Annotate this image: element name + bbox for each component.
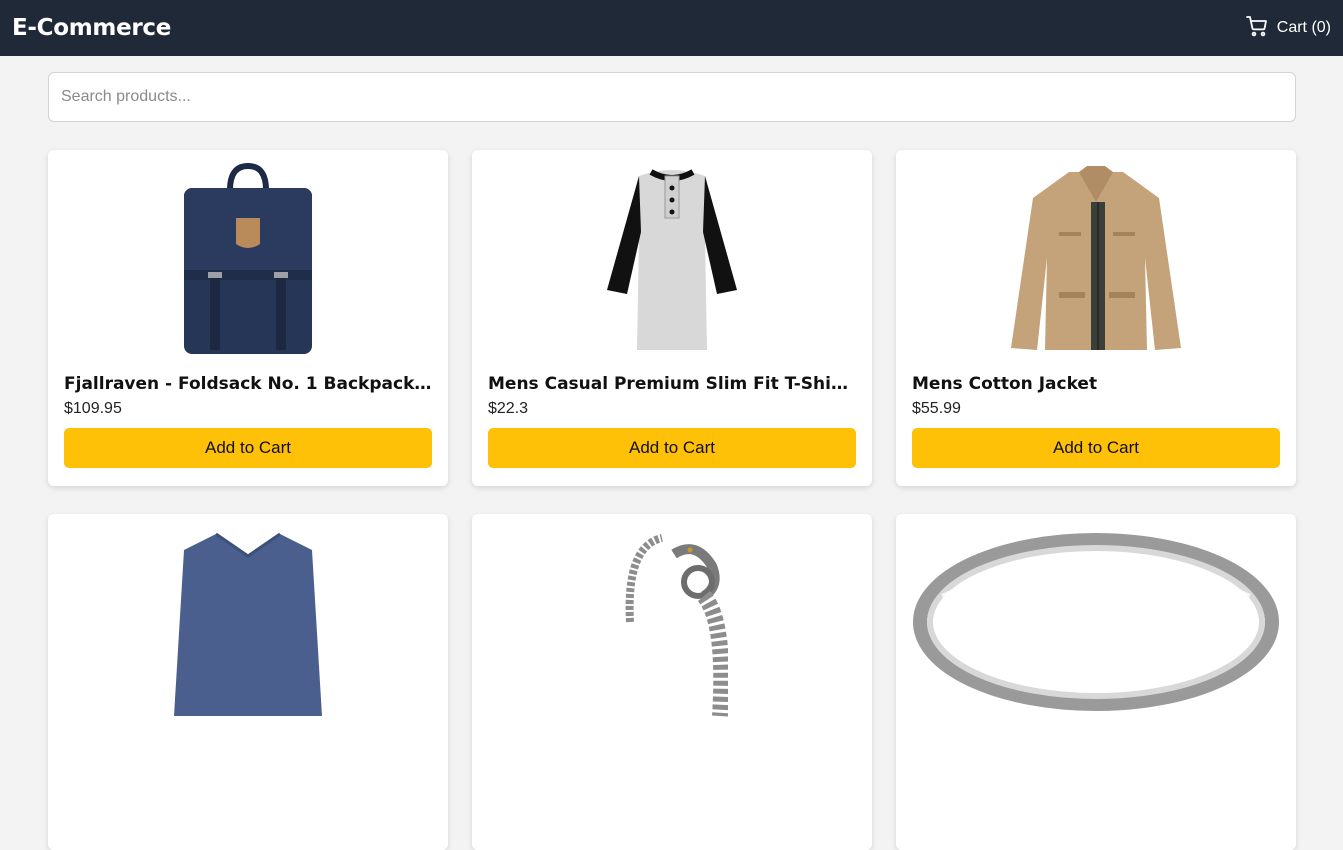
product-price: $22.3 — [488, 400, 529, 417]
product-card — [896, 514, 1296, 850]
product-card — [472, 514, 872, 850]
product-image-bracelet[interactable] — [488, 526, 856, 718]
cart-button[interactable]: Cart (0) — [1245, 14, 1331, 43]
add-to-cart-button[interactable]: Add to Cart — [488, 428, 856, 468]
product-image-sweater[interactable] — [64, 526, 432, 718]
brand-logo[interactable]: E-Commerce — [12, 15, 171, 41]
product-title[interactable]: Fjallraven - Foldsack No. 1 Backpack, Fi… — [64, 374, 432, 394]
product-card: Mens Casual Premium Slim Fit T-Shirts $2… — [472, 150, 872, 486]
product-price: $55.99 — [912, 400, 961, 417]
product-card — [48, 514, 448, 850]
product-card: Fjallraven - Foldsack No. 1 Backpack, Fi… — [48, 150, 448, 486]
product-title[interactable]: Mens Cotton Jacket — [912, 374, 1280, 394]
product-image-jacket[interactable] — [912, 162, 1280, 354]
product-title[interactable]: Mens Casual Premium Slim Fit T-Shirts — [488, 374, 856, 394]
product-image-tshirt[interactable] — [488, 162, 856, 354]
add-to-cart-button[interactable]: Add to Cart — [912, 428, 1280, 468]
product-card: Mens Cotton Jacket $55.99 Add to Cart — [896, 150, 1296, 486]
search-input[interactable] — [48, 72, 1296, 122]
product-image-ring[interactable] — [912, 526, 1280, 718]
product-grid: Fjallraven - Foldsack No. 1 Backpack, Fi… — [48, 150, 1296, 850]
add-to-cart-button[interactable]: Add to Cart — [64, 428, 432, 468]
cart-label: Cart (0) — [1276, 19, 1331, 36]
product-image-backpack[interactable] — [64, 162, 432, 354]
top-navbar: E-Commerce Cart (0) — [0, 0, 1343, 56]
product-price: $109.95 — [64, 400, 122, 417]
search-bar — [48, 72, 1296, 122]
shopping-cart-icon — [1245, 14, 1269, 43]
